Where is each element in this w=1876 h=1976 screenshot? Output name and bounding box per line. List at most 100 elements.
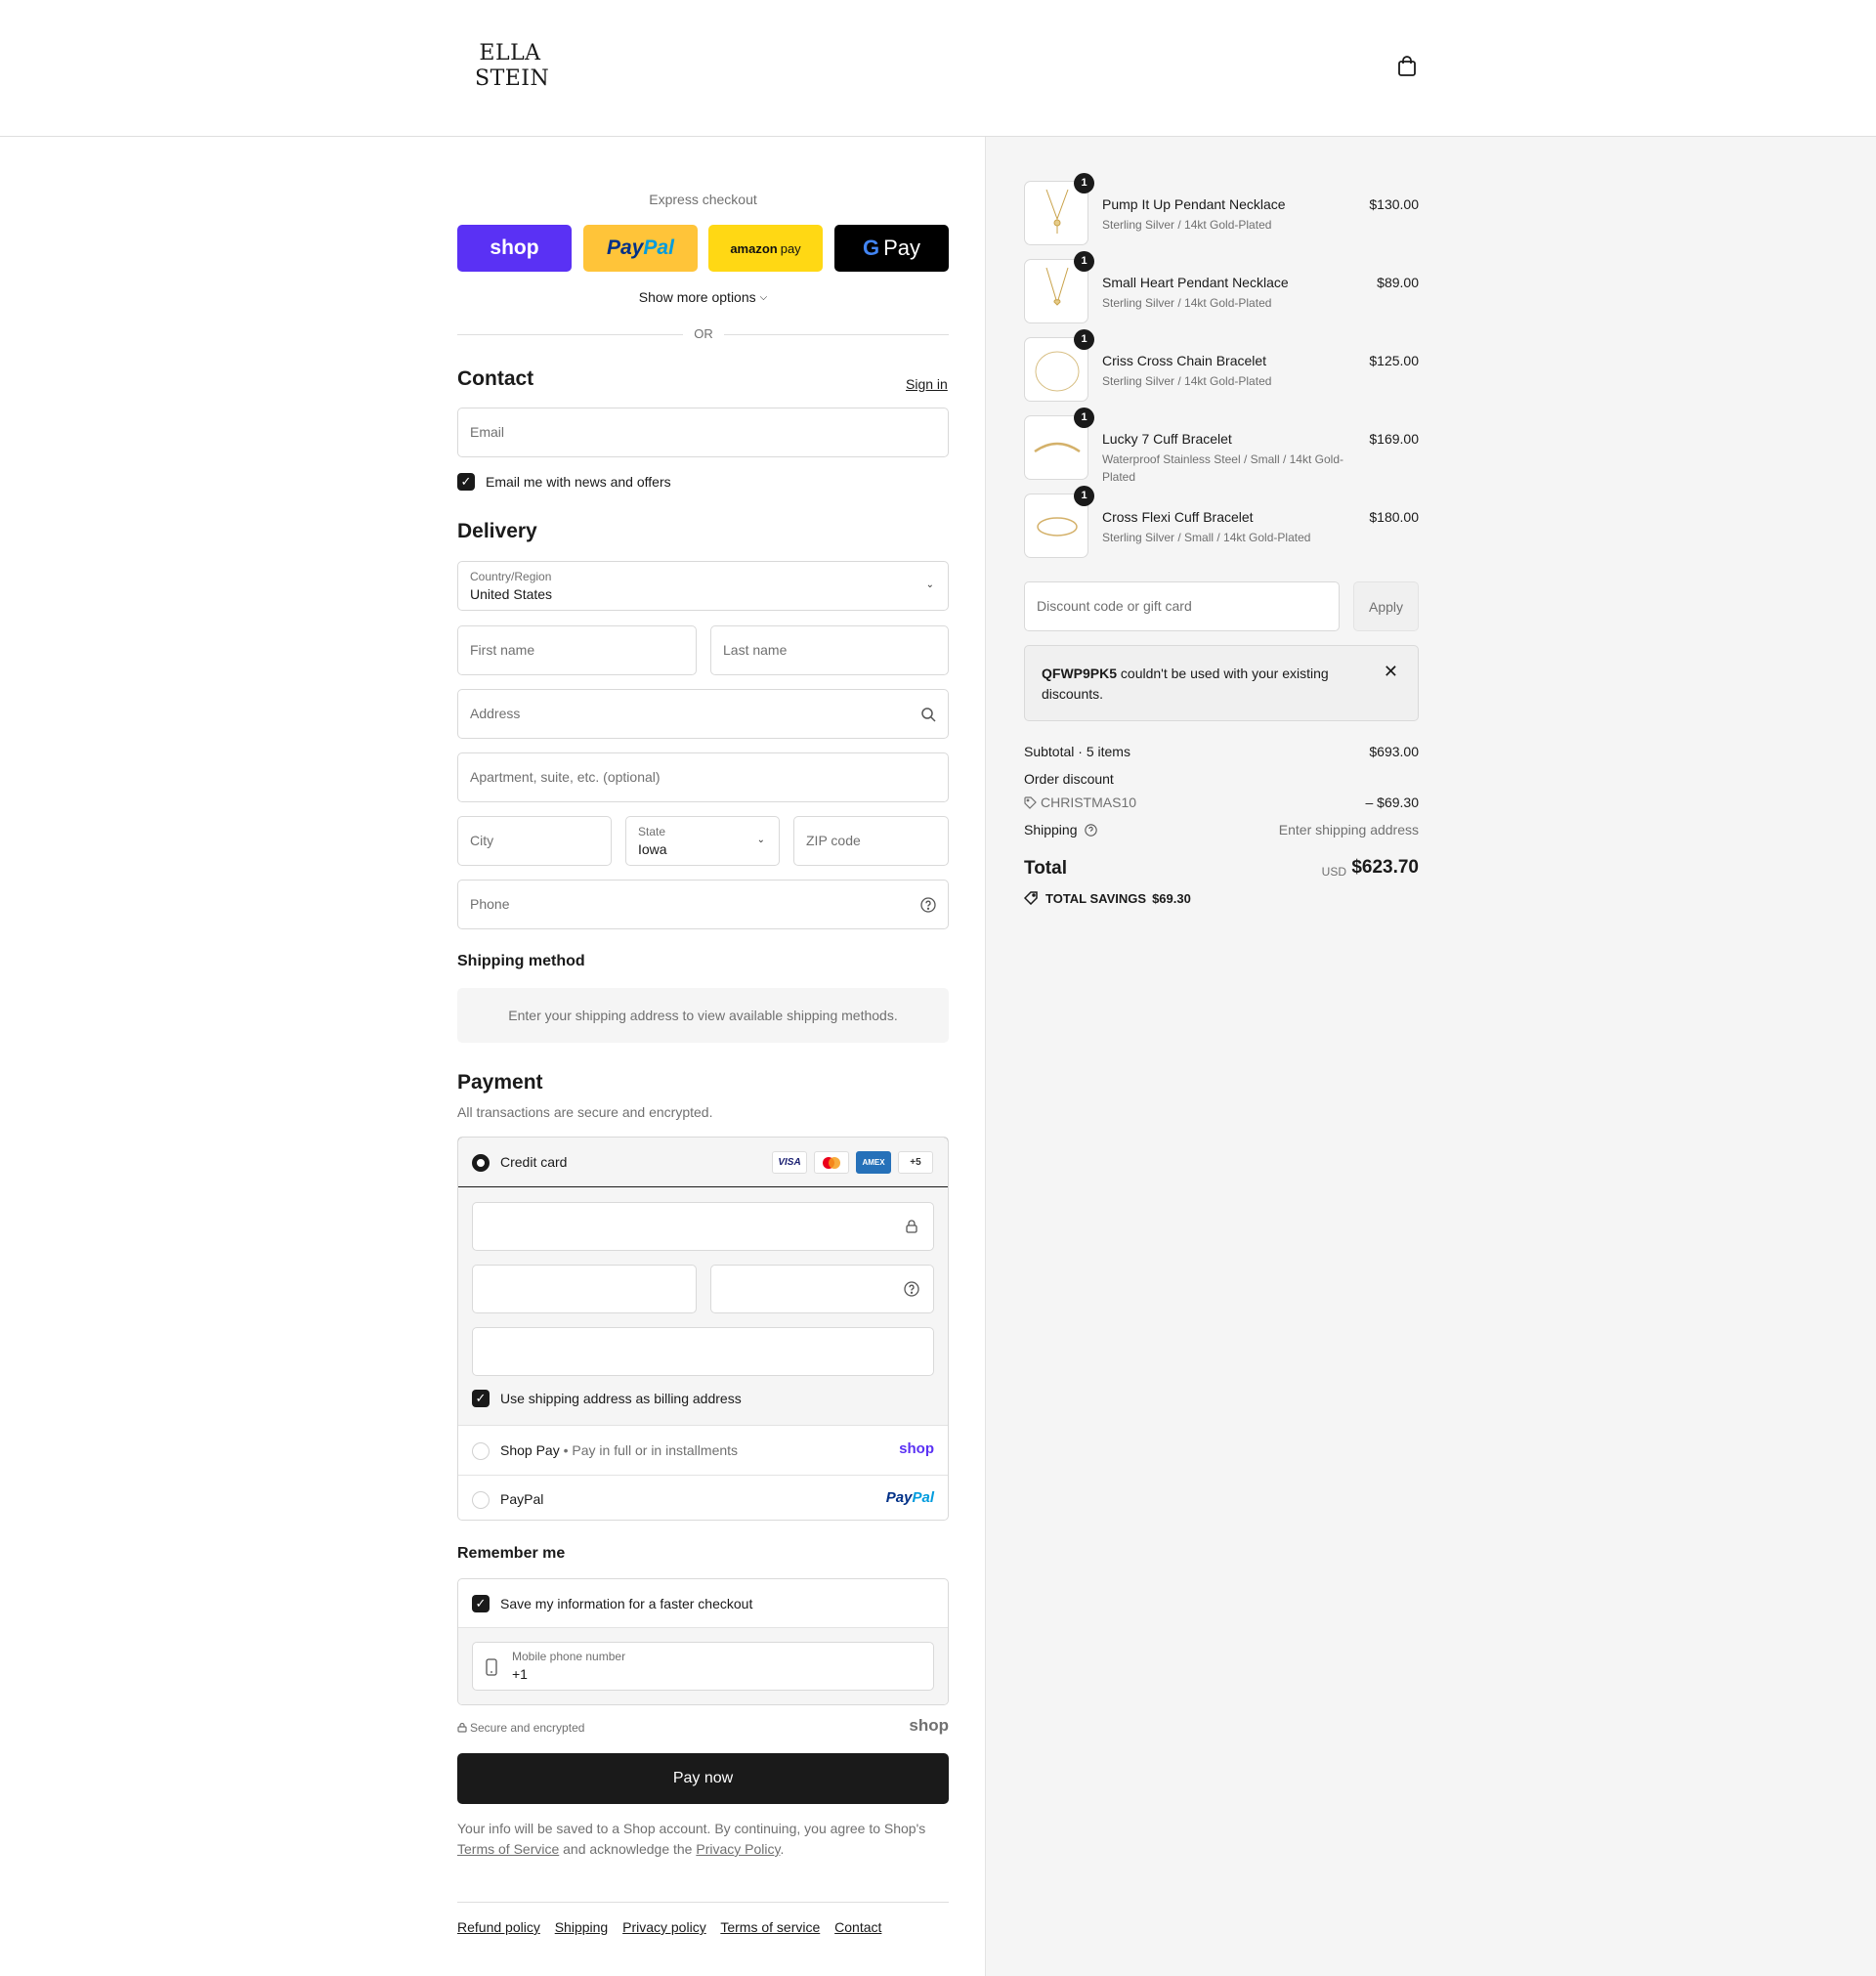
shop-pay-button[interactable]: shop	[457, 225, 572, 272]
sign-in-link[interactable]: Sign in	[906, 376, 948, 392]
header: ELLA STEIN	[0, 0, 1876, 137]
zip-field[interactable]: ZIP code	[793, 816, 949, 866]
search-icon	[921, 708, 936, 722]
state-label: State	[638, 825, 666, 838]
paypal-logo-b: Pal	[912, 1489, 934, 1506]
legal-part3: .	[780, 1841, 785, 1857]
logo-line2: STEIN	[475, 66, 550, 91]
chevron-down-icon: ⌄	[756, 835, 765, 845]
contact-link[interactable]: Contact	[834, 1919, 881, 1935]
address-field[interactable]: Address	[457, 689, 949, 739]
save-info-row[interactable]: ✓ Save my information for a faster check…	[458, 1579, 948, 1628]
currency-code: USD	[1321, 865, 1346, 879]
google-pay-label: Pay	[883, 236, 921, 260]
help-icon[interactable]	[1085, 824, 1098, 837]
chevron-down-icon: ⌵	[759, 292, 768, 303]
first-name-field[interactable]: First name	[457, 625, 697, 675]
terms-of-service-footer-link[interactable]: Terms of service	[720, 1919, 820, 1935]
name-on-card-field[interactable]	[472, 1327, 934, 1376]
news-checkbox[interactable]: ✓	[457, 473, 475, 491]
credit-card-option[interactable]: Credit card VISA AMEX +5	[458, 1138, 948, 1187]
discount-code-label: CHRISTMAS10	[1041, 795, 1137, 810]
paypal-label-a: Pay	[607, 236, 644, 259]
order-discount-label: Order discount	[1024, 771, 1114, 787]
city-field[interactable]: City	[457, 816, 612, 866]
discount-error-alert: QFWP9PK5 couldn't be used with your exis…	[1024, 645, 1419, 721]
shopping-bag-icon[interactable]	[1395, 55, 1419, 78]
save-info-checkbox[interactable]: ✓	[472, 1595, 490, 1612]
credit-card-radio[interactable]	[472, 1154, 490, 1172]
subtotal-value: $693.00	[1369, 744, 1419, 759]
country-select[interactable]: Country/Region United States ⌄	[457, 561, 949, 611]
close-icon[interactable]: ✕	[1384, 662, 1398, 682]
shop-pay-option[interactable]: Shop Pay • Pay in full or in installment…	[458, 1427, 948, 1476]
remember-phone-row: Mobile phone number +1	[458, 1628, 948, 1704]
apartment-placeholder: Apartment, suite, etc. (optional)	[470, 769, 661, 785]
shop-logo: shop	[899, 1440, 934, 1457]
security-code-field[interactable]	[710, 1265, 934, 1313]
shipping-method-heading: Shipping method	[457, 953, 585, 969]
contact-heading: Contact	[457, 367, 534, 390]
billing-checkbox[interactable]: ✓	[472, 1390, 490, 1407]
apartment-field[interactable]: Apartment, suite, etc. (optional)	[457, 752, 949, 802]
pay-now-button[interactable]: Pay now	[457, 1753, 949, 1804]
paypal-radio[interactable]	[472, 1491, 490, 1509]
quantity-badge: 1	[1074, 408, 1094, 428]
paypal-button[interactable]: Pay Pal	[583, 225, 698, 272]
savings-label: TOTAL SAVINGS	[1045, 891, 1147, 906]
item-price: $130.00	[1369, 196, 1419, 212]
state-value: Iowa	[638, 841, 667, 857]
refund-policy-link[interactable]: Refund policy	[457, 1919, 540, 1935]
tag-icon	[1023, 891, 1038, 906]
order-discount-row: Order discount	[1024, 771, 1419, 787]
email-field[interactable]: Email	[457, 408, 949, 457]
more-cards-badge: +5	[898, 1151, 933, 1174]
discount-code-field[interactable]: Discount code or gift card	[1024, 581, 1340, 631]
secure-text: Secure and encrypted	[470, 1721, 585, 1735]
apply-button[interactable]: Apply	[1353, 581, 1419, 631]
total-savings: TOTAL SAVINGS $69.30	[1023, 891, 1197, 906]
mastercard-icon	[814, 1151, 849, 1174]
paypal-label-b: Pal	[643, 236, 674, 259]
total-value: $623.70	[1351, 857, 1419, 878]
privacy-policy-footer-link[interactable]: Privacy policy	[622, 1919, 706, 1935]
paypal-label: PayPal	[500, 1491, 544, 1507]
mobile-phone-value: +1	[512, 1666, 528, 1682]
legal-part1: Your info will be saved to a Shop accoun…	[457, 1821, 926, 1836]
phone-field[interactable]: Phone	[457, 880, 949, 929]
state-select[interactable]: State Iowa ⌄	[625, 816, 780, 866]
secure-note: Secure and encrypted	[457, 1721, 584, 1735]
card-number-field[interactable]	[472, 1202, 934, 1251]
zip-placeholder: ZIP code	[806, 833, 861, 848]
paypal-option[interactable]: PayPal PayPal	[458, 1476, 948, 1520]
terms-of-service-link[interactable]: Terms of Service	[457, 1841, 559, 1857]
news-label: Email me with news and offers	[486, 474, 671, 490]
remember-me-box: ✓ Save my information for a faster check…	[457, 1578, 949, 1705]
credit-card-form: ✓ Use shipping address as billing addres…	[458, 1187, 948, 1426]
quantity-badge: 1	[1074, 329, 1094, 350]
shop-pay-label: Shop Pay • Pay in full or in installment…	[500, 1442, 738, 1458]
shop-pay-radio[interactable]	[472, 1442, 490, 1460]
amazon-label-a: amazon	[730, 240, 778, 256]
lock-icon	[906, 1220, 917, 1233]
item-name: Criss Cross Chain Bracelet	[1102, 353, 1267, 368]
amazon-pay-button[interactable]: amazon pay	[708, 225, 823, 272]
expiry-field[interactable]	[472, 1265, 697, 1313]
mobile-phone-field[interactable]: Mobile phone number +1	[472, 1642, 934, 1691]
help-icon[interactable]	[920, 897, 936, 913]
privacy-policy-link[interactable]: Privacy Policy	[696, 1841, 780, 1857]
paypal-logo-a: Pay	[885, 1489, 913, 1506]
help-icon[interactable]	[904, 1281, 919, 1297]
last-name-placeholder: Last name	[723, 642, 788, 658]
shop-pay-name: Shop Pay	[500, 1442, 560, 1458]
city-placeholder: City	[470, 833, 494, 848]
last-name-field[interactable]: Last name	[710, 625, 949, 675]
shipping-method-info: Enter your shipping address to view avai…	[457, 988, 949, 1043]
discount-placeholder: Discount code or gift card	[1037, 598, 1192, 614]
item-variant: Sterling Silver / 14kt Gold-Plated	[1102, 296, 1272, 310]
discount-code-row: CHRISTMAS10 – $69.30	[1024, 795, 1419, 810]
shipping-link[interactable]: Shipping	[555, 1919, 609, 1935]
store-logo[interactable]: ELLA STEIN	[475, 41, 550, 92]
show-more-options[interactable]: Show more options ⌵	[457, 289, 949, 305]
google-pay-button[interactable]: G Pay	[834, 225, 949, 272]
